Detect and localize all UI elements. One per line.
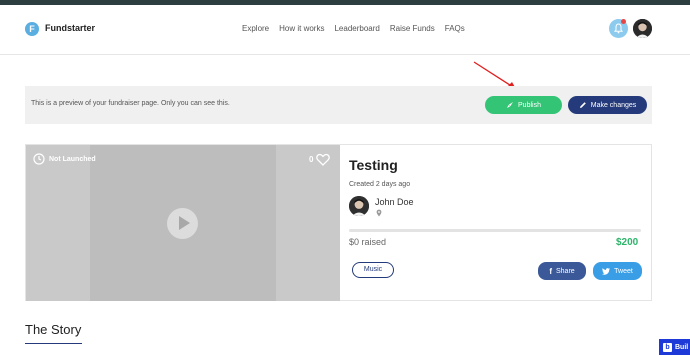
launch-status-label: Not Launched: [49, 155, 96, 163]
user-avatar-image: [633, 19, 652, 38]
builder-logo-icon: b: [663, 342, 672, 352]
logo-icon[interactable]: F: [25, 22, 39, 36]
facebook-icon: f: [549, 266, 552, 276]
brand-name[interactable]: Fundstarter: [45, 23, 95, 33]
like-counter[interactable]: 0: [309, 153, 331, 166]
nav-how-it-works[interactable]: How it works: [279, 24, 324, 33]
tweet-button[interactable]: Tweet: [593, 262, 642, 280]
funding-goal: $200: [616, 237, 639, 248]
header-divider: [0, 54, 690, 55]
publish-label: Publish: [518, 101, 541, 109]
bell-icon: [614, 23, 623, 34]
nav-explore[interactable]: Explore: [242, 24, 269, 33]
main-nav: Explore How it works Leaderboard Raise F…: [242, 24, 465, 33]
nav-raise-funds[interactable]: Raise Funds: [390, 24, 435, 33]
rocket-icon: [507, 102, 514, 108]
preview-banner: This is a preview of your fundraiser pag…: [25, 86, 652, 124]
owner-name[interactable]: John Doe: [375, 197, 414, 207]
user-avatar[interactable]: [633, 19, 652, 38]
site-header: F Fundstarter Explore How it works Leade…: [0, 5, 690, 55]
clock-icon: [33, 153, 45, 165]
nav-leaderboard[interactable]: Leaderboard: [334, 24, 379, 33]
amount-raised: $0 raised: [349, 237, 387, 247]
nav-faqs[interactable]: FAQs: [445, 24, 465, 33]
builder-badge-label: Buil: [675, 343, 689, 351]
make-changes-button[interactable]: Make changes: [568, 96, 647, 114]
created-date: Created 2 days ago: [349, 181, 411, 188]
campaign-title: Testing: [349, 157, 398, 173]
preview-message: This is a preview of your fundraiser pag…: [31, 100, 230, 107]
heart-icon[interactable]: [316, 153, 331, 166]
category-tag[interactable]: Music: [352, 262, 394, 278]
builder-badge[interactable]: b Buil: [659, 339, 690, 355]
story-underline: [25, 343, 82, 344]
campaign-info: Testing Created 2 days ago John Doe $0 r…: [340, 145, 652, 301]
story-heading: The Story: [25, 322, 82, 337]
share-label: Share: [555, 267, 575, 275]
like-count: 0: [309, 155, 314, 164]
launch-status: Not Launched: [33, 153, 96, 165]
location-pin-icon: [376, 209, 382, 217]
funding-progress-bar: [349, 229, 641, 232]
tweet-label: Tweet: [614, 267, 633, 275]
make-changes-label: Make changes: [590, 101, 637, 109]
campaign-media: Not Launched 0: [26, 145, 340, 301]
notification-dot: [621, 19, 626, 24]
owner-avatar[interactable]: [349, 196, 369, 216]
owner-avatar-image: [349, 196, 369, 216]
play-button[interactable]: [167, 208, 198, 239]
publish-button[interactable]: Publish: [485, 96, 562, 114]
fundraiser-card: Not Launched 0 Testing Created 2 days ag…: [25, 144, 652, 301]
twitter-icon: [602, 267, 611, 275]
facebook-share-button[interactable]: f Share: [538, 262, 586, 280]
pencil-icon: [579, 102, 586, 108]
